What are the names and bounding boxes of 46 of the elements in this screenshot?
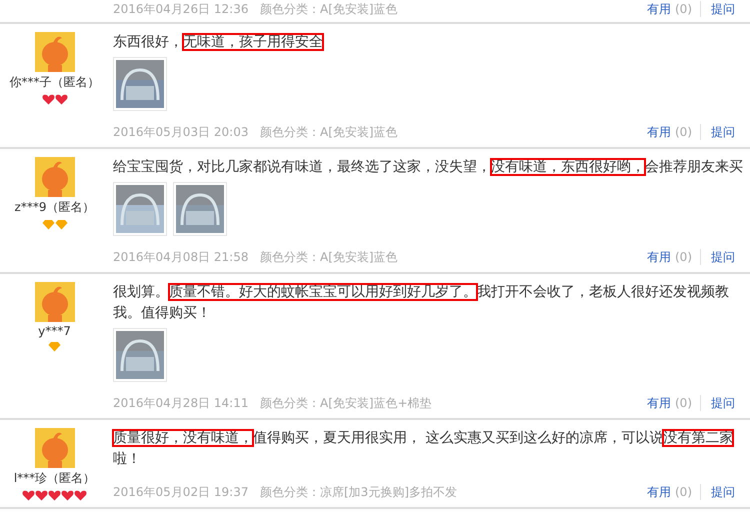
user-name: z***9（匿名） — [14, 199, 94, 216]
ask-link[interactable]: 提问 — [711, 394, 735, 412]
review-date: 2016年05月02日 19:37 — [113, 484, 250, 500]
useful-link[interactable]: 有用 — [647, 394, 671, 412]
diamond-icon — [48, 341, 61, 352]
ask-link[interactable]: 提问 — [711, 248, 735, 266]
avatar-icon — [34, 282, 74, 322]
user-name: 你***子（匿名） — [10, 74, 100, 91]
useful-link[interactable]: 有用 — [647, 248, 671, 266]
color-category: 颜色分类：A[免安装]蓝色 — [260, 248, 398, 266]
heart-icon — [42, 94, 54, 105]
useful-count: (0) — [675, 250, 692, 264]
review-date: 2016年04月08日 21:58 — [113, 248, 250, 266]
diamond-icon — [54, 219, 68, 230]
review-text: 东西很好，无味道，孩子用得安全 — [113, 33, 324, 52]
heart-icon — [35, 490, 48, 501]
heart-icon — [22, 490, 35, 501]
color-category: 颜色分类：凉席[加3元换购]多拍不发 — [260, 484, 457, 500]
ask-link[interactable]: 提问 — [711, 484, 735, 500]
review-date: 2016年04月26日 12:36 — [113, 0, 250, 18]
user-name: y***7 — [38, 324, 71, 338]
avatar-icon — [34, 32, 74, 72]
useful-count: (0) — [675, 485, 692, 499]
user-name: l***珍（匿名） — [14, 470, 96, 487]
useful-link[interactable]: 有用 — [647, 124, 671, 140]
review-date: 2016年05月03日 20:03 — [113, 124, 250, 140]
useful-link[interactable]: 有用 — [647, 484, 671, 500]
avatar-icon — [34, 428, 74, 468]
diamond-icon — [42, 219, 54, 230]
useful-count: (0) — [675, 125, 692, 139]
useful-count: (0) — [675, 396, 692, 410]
ask-link[interactable]: 提问 — [711, 0, 735, 18]
heart-icon — [61, 490, 74, 501]
useful-count: (0) — [675, 2, 692, 16]
color-category: 颜色分类：A[免安装]蓝色 — [260, 124, 398, 140]
heart-icon — [48, 490, 61, 501]
useful-link[interactable]: 有用 — [647, 0, 671, 18]
review-text: 很划算。质量不错。好大的蚊帐宝宝可以用好到好几岁了。我打开不会收了，老板人很好还发视频教我。值得购买！ — [113, 283, 730, 323]
ask-link[interactable]: 提问 — [711, 124, 735, 140]
review-date: 2016年04月28日 14:11 — [113, 394, 250, 412]
color-category: 颜色分类：A[免安装]蓝色+棉垫 — [260, 394, 432, 412]
heart-icon — [74, 490, 87, 501]
avatar-icon — [34, 157, 74, 197]
review-text: 给宝宝囤货，对比几家都说有味道，最终选了这家，没失望，没有味道，东西很好哟，会推荐朋友来买 — [113, 158, 744, 177]
heart-icon — [54, 94, 68, 105]
color-category: 颜色分类：A[免安装]蓝色 — [260, 0, 398, 18]
